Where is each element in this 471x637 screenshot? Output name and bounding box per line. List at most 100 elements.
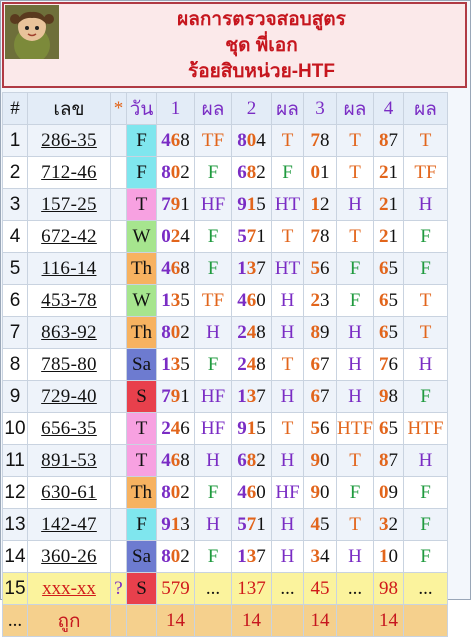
header-panel: ผลการตรวจสอบสูตร ชุด พี่เอก ร้อยสิบหน่วย… xyxy=(2,2,467,88)
digit: 7 xyxy=(246,225,257,247)
digit: 1 xyxy=(379,545,389,567)
row-result-2: HF xyxy=(271,476,304,509)
row-day: F xyxy=(126,156,157,189)
row-day: T xyxy=(126,444,157,477)
digit: 1 xyxy=(388,161,399,183)
row-set: 360-26 xyxy=(27,540,111,573)
row-result-1: F xyxy=(194,252,232,285)
row-number: 13 xyxy=(2,508,28,541)
row-set: 142-47 xyxy=(27,508,111,541)
digit: 7 xyxy=(256,257,266,279)
digit: 2 xyxy=(237,321,247,343)
row-number-group-1: 913 xyxy=(156,508,195,541)
digit: 2 xyxy=(320,193,330,215)
row-set: 157-25 xyxy=(27,188,111,221)
digit: 1 xyxy=(320,161,330,183)
digit: 7 xyxy=(320,353,330,375)
row-number-group-1: 135 xyxy=(156,348,195,381)
digit: 3 xyxy=(246,545,257,567)
digit: 1 xyxy=(170,513,181,535)
digit: 2 xyxy=(161,417,171,439)
row-result-4: H xyxy=(403,444,448,477)
footer-blank-day xyxy=(126,604,157,637)
digit: 2 xyxy=(180,321,190,343)
row-result-3: F xyxy=(336,476,374,509)
col-day: วัน xyxy=(126,92,157,125)
row-result-3: F xyxy=(336,284,374,317)
table-row: 4 672-42 W 024 F 571 T 78 T 21 F xyxy=(2,220,448,253)
digit: 8 xyxy=(246,161,257,183)
row-set: 656-35 xyxy=(27,412,111,445)
row-number: 3 xyxy=(2,188,28,221)
row-number-group-2: 915 xyxy=(231,412,272,445)
row-result-3: H xyxy=(336,348,374,381)
digit: 4 xyxy=(237,289,247,311)
digit: 8 xyxy=(161,545,171,567)
row-result-2: T xyxy=(271,220,304,253)
title-line-1: ผลการตรวจสอบสูตร xyxy=(177,9,346,30)
row-number-group-2: 682 xyxy=(231,156,272,189)
digit: 4 xyxy=(237,481,247,503)
col-n3: 3 xyxy=(303,92,337,125)
row-number-group-4: 65 xyxy=(373,316,404,349)
col-hash: # xyxy=(2,92,28,125)
footer-count-2: 14 xyxy=(231,604,272,637)
digit: 5 xyxy=(388,257,399,279)
row-result-1: F xyxy=(194,348,232,381)
row-result-1: H xyxy=(194,508,232,541)
row-number-group-4: 98 xyxy=(373,380,404,413)
digit: 3 xyxy=(246,257,257,279)
row-result-3: H xyxy=(336,540,374,573)
row-star xyxy=(110,188,127,221)
digit: 5 xyxy=(180,353,190,375)
digit: 5 xyxy=(388,417,399,439)
digit: 7 xyxy=(161,193,171,215)
digit: 5 xyxy=(310,417,321,439)
row-number-group-4: 10 xyxy=(373,540,404,573)
digit: 1 xyxy=(256,513,266,535)
row-result-3: F xyxy=(336,252,374,285)
row-number-group-1: 802 xyxy=(156,156,195,189)
digit: 9 xyxy=(310,481,321,503)
row-result-2: H xyxy=(271,444,304,477)
row-result-3: H xyxy=(336,380,374,413)
row-set: 453-78 xyxy=(27,284,111,317)
table-row: 11 891-53 T 468 H 682 H 90 T 87 H xyxy=(2,444,448,477)
digit: 4 xyxy=(246,353,257,375)
row-number-group-3: 89 xyxy=(303,316,337,349)
digit: 8 xyxy=(256,321,266,343)
row-result-4: T xyxy=(403,284,448,317)
digit: 7 xyxy=(320,385,330,407)
row-star xyxy=(110,540,127,573)
title-line-2: ชุด พี่เอก xyxy=(225,35,298,56)
digit: 8 xyxy=(180,449,190,471)
digit: 9 xyxy=(170,385,181,407)
row-number-group-2: 460 xyxy=(231,476,272,509)
row-number-group-1: 468 xyxy=(156,444,195,477)
row-number-group-3: 67 xyxy=(303,380,337,413)
digit: 5 xyxy=(256,193,266,215)
digit: 8 xyxy=(246,449,257,471)
row-number-group-3: 56 xyxy=(303,252,337,285)
digit: 1 xyxy=(237,385,247,407)
digit: 8 xyxy=(379,449,389,471)
digit: 6 xyxy=(237,449,247,471)
digit: 0 xyxy=(320,481,330,503)
footer-blank-r1 xyxy=(194,604,232,637)
row-star xyxy=(110,476,127,509)
row-result-1: TF xyxy=(194,124,232,157)
row-result-4: T xyxy=(403,316,448,349)
digit: 6 xyxy=(379,289,389,311)
digit: 0 xyxy=(170,161,181,183)
row-number-group-4: 65 xyxy=(373,412,404,445)
row-number-group-2: 460 xyxy=(231,284,272,317)
digit: 0 xyxy=(170,481,181,503)
digit: 8 xyxy=(161,161,171,183)
row-result-1: HF xyxy=(194,412,232,445)
row-number: 4 xyxy=(2,220,28,253)
row-number-group-4: 09 xyxy=(373,476,404,509)
col-set: เลข xyxy=(27,92,111,125)
digit: 6 xyxy=(237,161,247,183)
digit: 0 xyxy=(161,225,171,247)
digit: 6 xyxy=(310,353,321,375)
